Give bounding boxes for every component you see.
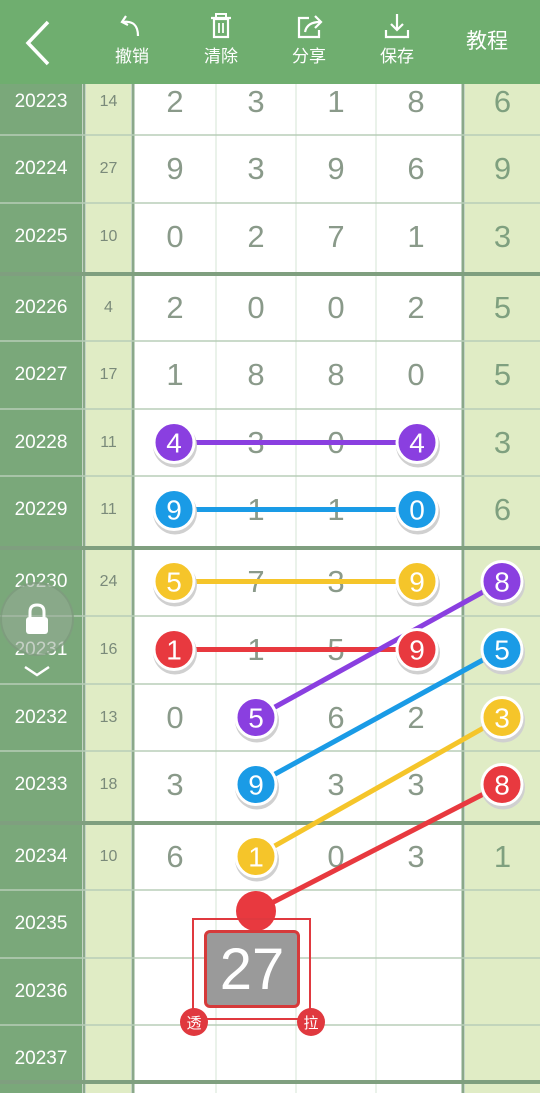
lock-icon (26, 603, 48, 634)
marked-ball[interactable]: 1 (152, 628, 197, 675)
ball-digit: 4 (409, 428, 425, 459)
ball-digit: 0 (409, 495, 425, 526)
marked-ball[interactable]: 9 (395, 628, 440, 675)
share-label: 分享 (292, 47, 326, 67)
clear-label: 清除 (204, 47, 238, 67)
marked-ball[interactable]: 1 (234, 835, 279, 882)
save-button[interactable]: 保存 (357, 12, 437, 76)
share-button[interactable]: 分享 (269, 12, 349, 76)
connector-line (254, 715, 504, 859)
download-icon (384, 14, 410, 39)
ball-digit: 8 (494, 567, 510, 598)
marked-ball[interactable]: 9 (152, 488, 197, 535)
ball-digit: 5 (166, 567, 182, 598)
ball-digit: 5 (494, 635, 510, 666)
connector-line (254, 782, 504, 914)
right-tag[interactable]: 拉 (297, 1008, 325, 1036)
share-icon (297, 15, 323, 39)
marked-ball[interactable]: 5 (152, 560, 197, 607)
ball-digit: 8 (494, 770, 510, 801)
undo-icon (120, 15, 140, 37)
marked-ball[interactable]: 8 (480, 763, 525, 810)
marked-ball[interactable]: 4 (152, 421, 197, 468)
marked-ball[interactable]: 8 (480, 560, 525, 607)
tutorial-button[interactable]: 教程 (452, 26, 522, 56)
chevron-left-icon (25, 20, 50, 66)
ball-digit: 1 (248, 842, 264, 873)
sum-value-display: 27 (204, 930, 300, 1008)
ball-digit: 3 (494, 703, 510, 734)
save-label: 保存 (380, 47, 414, 67)
marked-ball[interactable]: 5 (234, 696, 279, 743)
left-tag[interactable]: 透 (180, 1008, 208, 1036)
marked-ball[interactable]: 3 (480, 696, 525, 743)
marked-ball[interactable]: 4 (395, 421, 440, 468)
chevron-down-icon[interactable] (22, 664, 52, 678)
back-button[interactable] (18, 18, 62, 68)
connector-line (254, 647, 504, 787)
marked-ball[interactable]: 5 (480, 628, 525, 675)
toolbar: 撤销 清除 分享 保存 教程 (0, 0, 540, 84)
ball-digit: 5 (248, 703, 264, 734)
ball-digit: 4 (166, 428, 182, 459)
ball-digit: 9 (409, 635, 425, 666)
undo-label: 撤销 (115, 47, 149, 67)
ball-digit: 9 (409, 567, 425, 598)
clear-button[interactable]: 清除 (181, 12, 261, 76)
undo-button[interactable]: 撤销 (92, 12, 172, 76)
ball-digit: 9 (166, 495, 182, 526)
ball-digit: 9 (248, 770, 264, 801)
marked-ball[interactable]: 9 (234, 763, 279, 810)
ball-digit: 1 (166, 635, 182, 666)
marked-ball[interactable]: 0 (395, 488, 440, 535)
marked-ball[interactable]: 9 (395, 560, 440, 607)
sum-selector[interactable]: 27 (192, 918, 311, 1020)
lock-button[interactable] (0, 582, 74, 656)
trash-icon (211, 13, 231, 39)
